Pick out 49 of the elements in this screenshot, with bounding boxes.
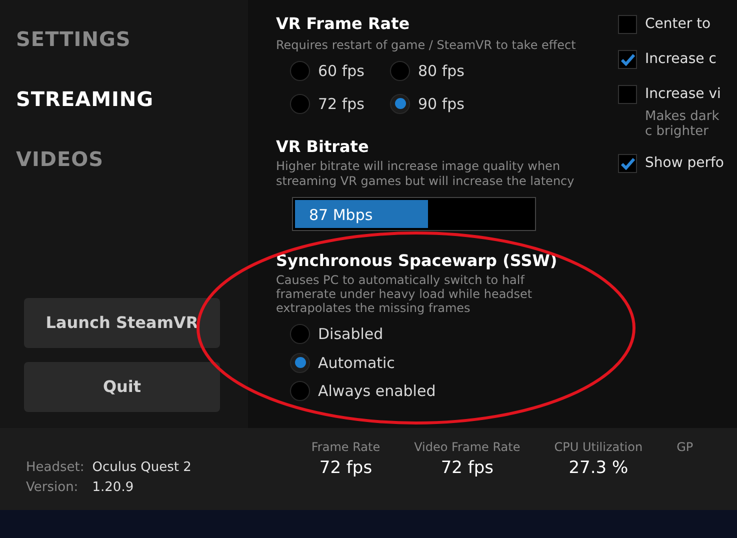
radio-button[interactable]: [290, 61, 310, 82]
radio-label: 72 fps: [318, 94, 364, 114]
stat-label: Frame Rate: [311, 439, 380, 456]
checkbox-label: Show perfo: [645, 154, 724, 173]
nav-item[interactable]: VIDEOS: [16, 144, 222, 174]
radio-label: 80 fps: [418, 61, 464, 82]
section-hint: Requires restart of game / SteamVR to take effect: [276, 37, 577, 54]
info-label: Version:: [26, 478, 80, 496]
section-title: VR Bitrate: [276, 136, 370, 158]
checkbox-label: Center to: [645, 15, 711, 34]
checkbox-label: Increase c: [645, 50, 716, 69]
info-label: Headset:: [26, 459, 84, 477]
checkbox[interactable]: [618, 154, 637, 173]
stat-value: 72 fps: [440, 457, 494, 480]
stat-value: 72 fps: [319, 457, 372, 480]
stat-label: CPU Utilization: [554, 439, 643, 456]
radio-button[interactable]: [390, 61, 410, 82]
stat-value: 27.3 %: [568, 457, 628, 480]
menu-button[interactable]: Quit: [24, 362, 220, 412]
section-title: Synchronous Spacewarp (SSW): [276, 250, 558, 272]
radio-label: 90 fps: [418, 94, 464, 114]
radio-button[interactable]: [390, 94, 410, 114]
nav-item[interactable]: STREAMING: [16, 84, 222, 114]
option-hint: Makes dark c brighter: [644, 109, 720, 139]
stat-label: GP: [676, 439, 694, 456]
bitrate-slider[interactable]: 87 Mbps: [292, 197, 536, 231]
info-value: Oculus Quest 2: [92, 459, 192, 477]
nav-item[interactable]: SETTINGS: [16, 24, 222, 54]
radio-label: Always enabled: [318, 381, 436, 402]
checkbox[interactable]: [618, 50, 637, 69]
radio-label: 60 fps: [318, 61, 364, 82]
radio-label: Disabled: [318, 324, 384, 345]
check-icon: [620, 54, 634, 66]
checkbox[interactable]: [618, 85, 637, 104]
slider-value: 87 Mbps: [309, 205, 373, 226]
radio-button[interactable]: [290, 324, 310, 344]
stat-label: Video Frame Rate: [414, 439, 520, 456]
checkbox[interactable]: [618, 15, 637, 34]
check-icon: [620, 158, 634, 170]
radio-button[interactable]: [290, 381, 310, 402]
section-hint: Higher bitrate will increase image quality when streaming VR games but will increase the latency: [276, 159, 576, 189]
section-title: VR Frame Rate: [276, 13, 411, 35]
radio-button[interactable]: [290, 352, 310, 373]
info-value: 1.20.9: [92, 478, 135, 496]
checkbox-label: Increase vi: [645, 85, 721, 104]
section-hint: Causes PC to automatically switch to half framerate under heavy load while headset extrapolates the missing frames: [276, 273, 534, 315]
radio-button[interactable]: [290, 94, 310, 114]
radio-label: Automatic: [318, 352, 395, 374]
menu-button[interactable]: Launch SteamVR: [24, 298, 220, 348]
